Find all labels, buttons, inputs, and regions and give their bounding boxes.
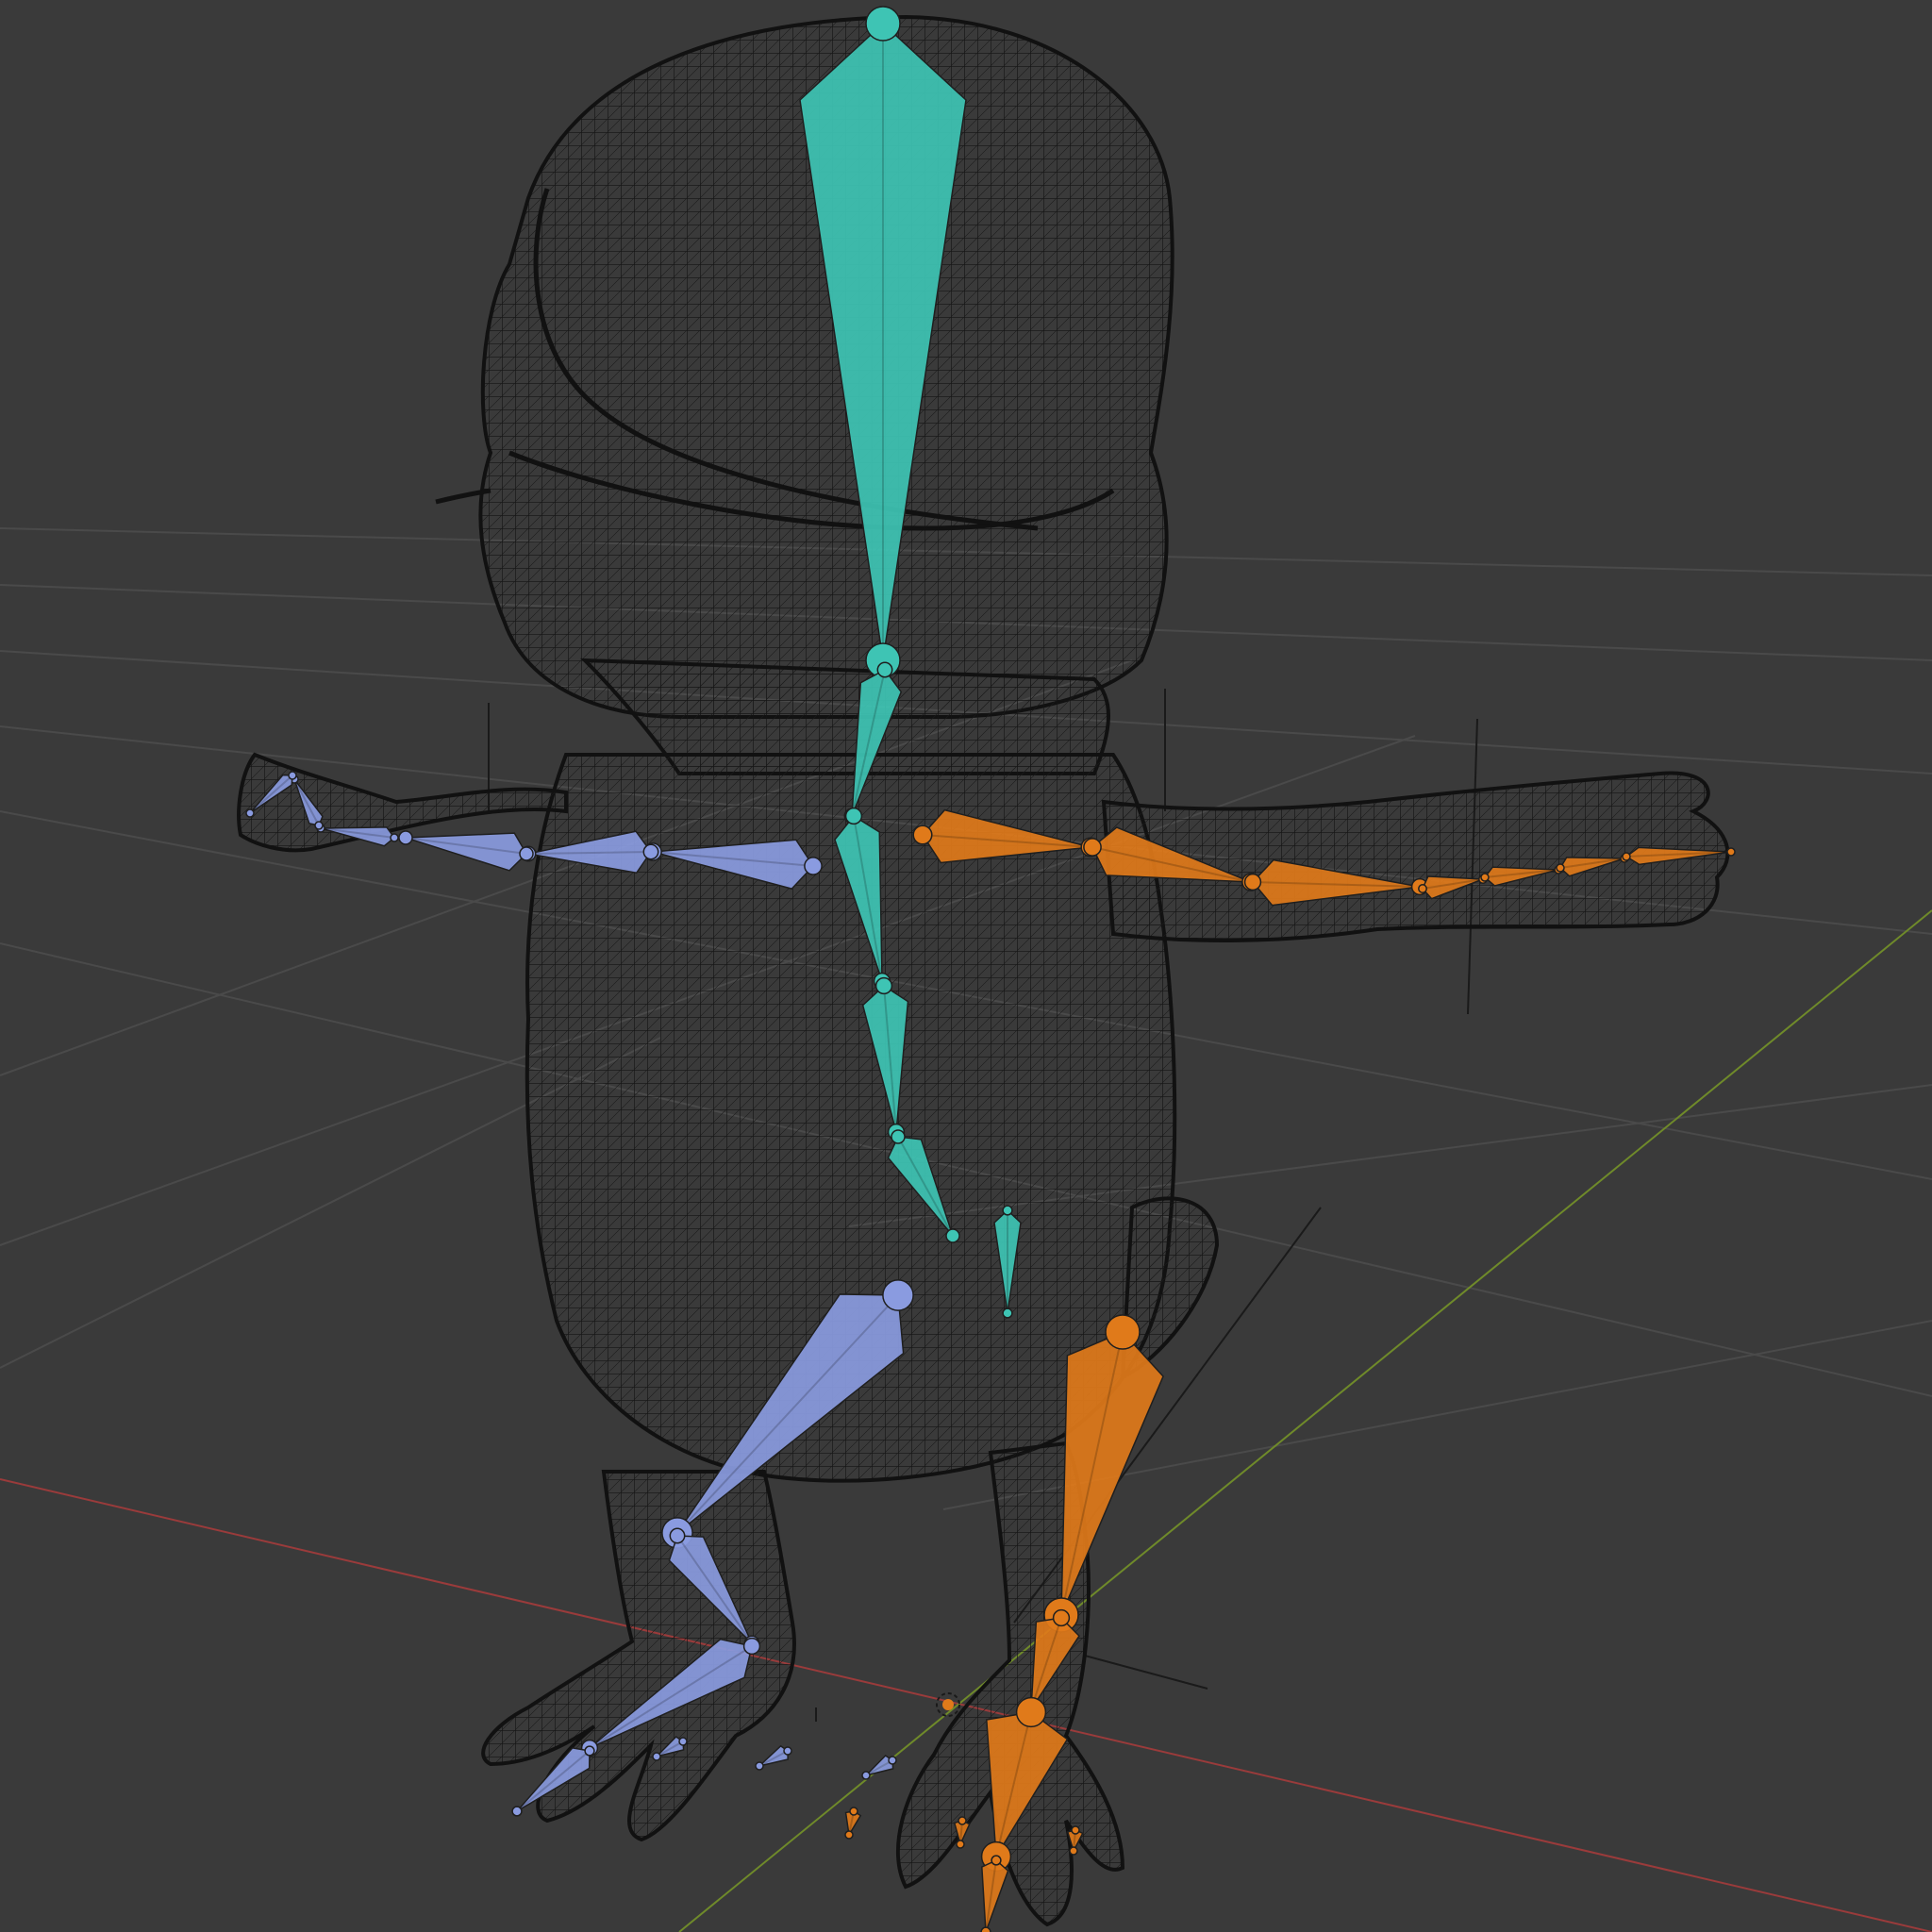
spine-bone-3-head-joint[interactable] [891, 1129, 906, 1144]
hand-left-bone-tail-joint[interactable] [398, 830, 413, 845]
claw-right-bone-2-head-joint[interactable] [958, 1816, 967, 1825]
claw-left-bone-3-head-joint[interactable] [888, 1756, 897, 1765]
finger-right-bone-1-head-joint[interactable] [1418, 884, 1427, 893]
spine-bone-1-head-joint[interactable] [844, 807, 863, 825]
viewport-canvas[interactable] [0, 0, 1932, 1932]
hand-left-bone[interactable] [398, 830, 534, 872]
spine-bone-3-tail-joint[interactable] [945, 1228, 960, 1243]
neck-bone-head-joint[interactable] [876, 661, 893, 678]
upper-arm-right-bone-head-joint[interactable] [912, 824, 933, 845]
claw-left-bone-2[interactable] [755, 1744, 792, 1771]
claw-right-bone-1-tail-joint[interactable] [844, 1830, 854, 1840]
spine-bone-2-head-joint[interactable] [874, 976, 893, 995]
head-bone-head-joint[interactable] [865, 6, 901, 42]
toe-left-bone-head-joint[interactable] [584, 1745, 595, 1757]
creature-wireframe-mesh[interactable] [237, 14, 1730, 1927]
hand-right-bone-head-joint[interactable] [1243, 873, 1262, 891]
shin-left-bone-head-joint[interactable] [669, 1527, 686, 1544]
thigh-left-bone-head-joint[interactable] [882, 1279, 914, 1311]
shin-right-bone-head-joint[interactable] [1052, 1608, 1071, 1627]
toe-right-bone[interactable] [980, 1855, 1009, 1932]
finger-left-bone-3-tail-joint[interactable] [245, 808, 255, 818]
finger-right-bone-4-tail-joint[interactable] [1726, 847, 1736, 857]
claw-right-bone-3-head-joint[interactable] [1071, 1825, 1080, 1835]
toe-left-bone-tail-joint[interactable] [511, 1806, 523, 1817]
foot-left-bone-head-joint[interactable] [742, 1637, 761, 1656]
finger-left-bone-1-head-joint[interactable] [390, 833, 399, 842]
claw-left-bone-1-tail-joint[interactable] [652, 1752, 661, 1761]
claw-left-bone-3[interactable] [861, 1754, 897, 1780]
upper-arm-left-bone-head-joint[interactable] [804, 857, 823, 875]
forearm-right-bone-head-joint[interactable] [1083, 838, 1102, 857]
tail-bone-tail-joint[interactable] [1002, 1307, 1013, 1319]
claw-right-bone-2-tail-joint[interactable] [956, 1840, 965, 1849]
claw-left-bone-3-tail-joint[interactable] [861, 1771, 871, 1780]
claw-left-bone-2-tail-joint[interactable] [755, 1761, 764, 1771]
claw-right-bone-3-tail-joint[interactable] [1069, 1846, 1078, 1856]
finger-right-bone-3-head-joint[interactable] [1556, 863, 1565, 873]
hand-left-bone-head-joint[interactable] [519, 846, 534, 861]
finger-left-bone-2-head-joint[interactable] [314, 821, 324, 830]
forearm-left-bone-head-joint[interactable] [642, 843, 659, 860]
finger-left-bone-3-head-joint[interactable] [288, 771, 297, 780]
claw-right-bone-1-head-joint[interactable] [849, 1807, 858, 1816]
foot-right-bone-head-joint[interactable] [1015, 1696, 1047, 1728]
finger-right-bone-2-head-joint[interactable] [1480, 873, 1490, 882]
claw-left-bone-1-head-joint[interactable] [678, 1737, 688, 1746]
3d-viewport[interactable] [0, 0, 1932, 1932]
claw-left-bone-2-head-joint[interactable] [783, 1746, 792, 1756]
finger-right-bone-4-head-joint[interactable] [1622, 852, 1631, 861]
tail-bone-head-joint[interactable] [1002, 1205, 1013, 1216]
toe-right-bone-head-joint[interactable] [991, 1855, 1002, 1866]
thigh-right-bone-head-joint[interactable] [1105, 1314, 1141, 1350]
claw-right-bone-1[interactable] [844, 1807, 862, 1840]
toe-right-bone-tail-joint[interactable] [980, 1926, 991, 1932]
